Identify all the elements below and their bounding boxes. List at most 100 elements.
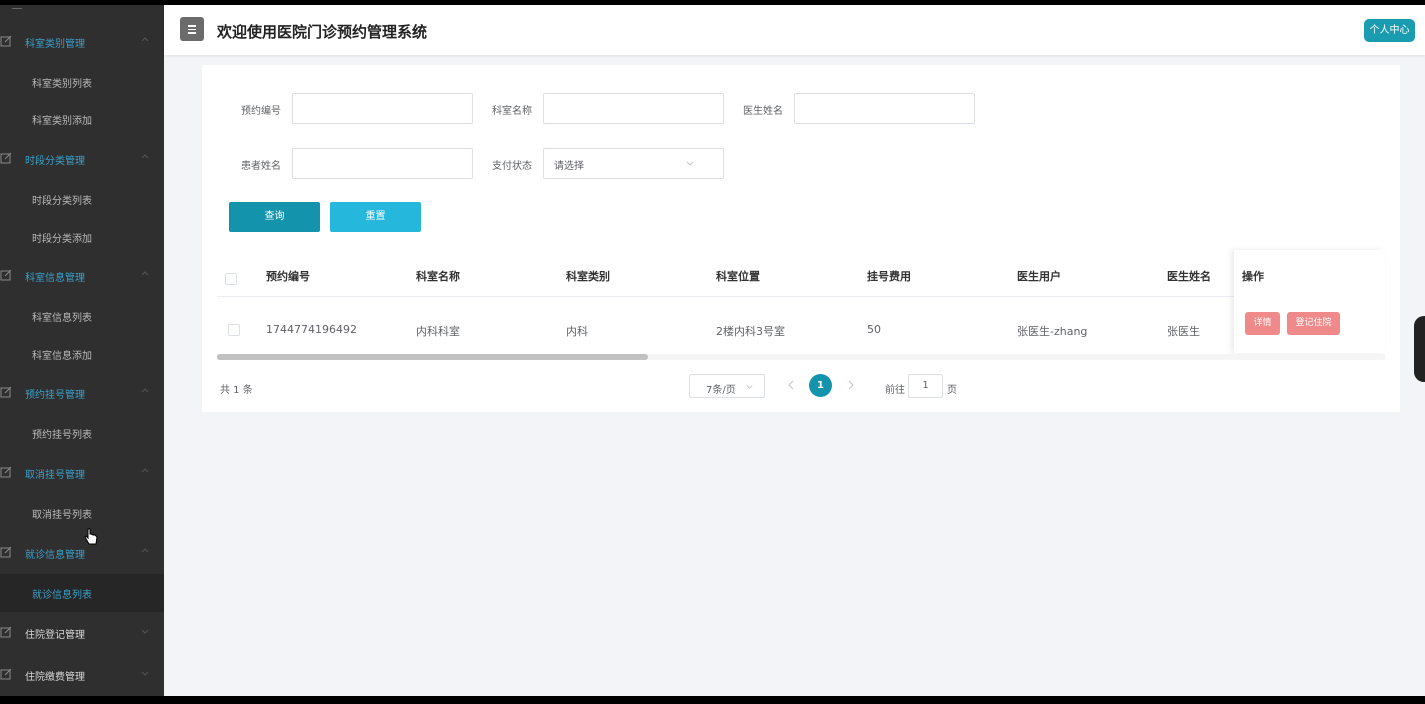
doctor-name-input[interactable] xyxy=(794,93,975,124)
table-row xyxy=(217,298,1385,355)
dept-name-label: 科室名称 xyxy=(492,106,532,117)
sidebar-group-label: 就诊信息管理 xyxy=(25,549,85,561)
sidebar-item-dept-category-add[interactable]: 科室类别添加 xyxy=(0,100,164,138)
sidebar-item-label: 时段分类添加 xyxy=(32,233,92,245)
page-size-select[interactable]: 7条/页 xyxy=(689,374,765,398)
sidebar-item-label: 科室信息列表 xyxy=(32,312,92,324)
sidebar-item-visit-list[interactable]: 就诊信息列表 xyxy=(0,574,164,612)
chevron-up-icon xyxy=(141,468,149,473)
sidebar-item-dept-info-list[interactable]: 科室信息列表 xyxy=(0,297,164,335)
cell-appointment-no: 1744774196492 xyxy=(266,323,357,336)
page-title: 欢迎使用医院门诊预约管理系统 xyxy=(217,24,428,41)
patient-name-input[interactable] xyxy=(292,148,473,179)
column-header: 科室位置 xyxy=(716,270,760,283)
chevron-up-icon xyxy=(141,154,149,159)
cell-dept-location: 2楼内科3号室 xyxy=(716,325,785,338)
edit-icon xyxy=(0,386,12,398)
total-count: 共 1 条 xyxy=(220,385,253,396)
sidebar-group-dept-category[interactable]: 科室类别管理 xyxy=(0,23,164,61)
floating-side-tab[interactable] xyxy=(1414,316,1425,382)
chevron-right-icon[interactable] xyxy=(846,378,856,392)
column-header: 医生用户 xyxy=(1017,270,1061,283)
chevron-down-icon xyxy=(141,671,149,676)
menu-toggle-button[interactable] xyxy=(180,17,204,41)
content-card: 预约编号 科室名称 医生姓名 患者姓名 支付状态 请选择 查询 重置 预约编号 … xyxy=(202,65,1400,412)
sidebar-group-hospitalization[interactable]: 住院登记管理 xyxy=(0,614,164,652)
reset-button[interactable]: 重置 xyxy=(330,202,421,232)
sidebar-item-cancel-list[interactable]: 取消挂号列表 xyxy=(0,494,164,532)
sidebar-top-divider xyxy=(12,5,22,9)
column-header: 操作 xyxy=(1242,270,1264,283)
sidebar-group-visit[interactable]: 就诊信息管理 xyxy=(0,534,164,572)
goto-page-input[interactable]: 1 xyxy=(908,374,943,398)
row-checkbox[interactable] xyxy=(228,324,240,336)
sidebar-item-label: 科室信息添加 xyxy=(32,350,92,362)
sidebar-item-appointment-list[interactable]: 预约挂号列表 xyxy=(0,414,164,452)
main-area: 欢迎使用医院门诊预约管理系统 个人中心 预约编号 科室名称 医生姓名 患者姓名 … xyxy=(164,5,1425,696)
sidebar-group-cancel[interactable]: 取消挂号管理 xyxy=(0,454,164,492)
edit-icon xyxy=(0,269,12,281)
profile-button[interactable]: 个人中心 xyxy=(1364,19,1415,42)
chevron-down-icon xyxy=(686,161,694,166)
edit-icon xyxy=(0,466,12,478)
sidebar-group-time-slot[interactable]: 时段分类管理 xyxy=(0,140,164,178)
current-page-button[interactable]: 1 xyxy=(809,374,832,397)
sidebar-group-label: 科室信息管理 xyxy=(25,272,85,284)
edit-icon xyxy=(0,546,12,558)
sidebar-item-dept-category-list[interactable]: 科室类别列表 xyxy=(0,63,164,101)
sidebar-group-label: 住院登记管理 xyxy=(25,629,85,641)
chevron-up-icon xyxy=(141,388,149,393)
actions-column: 操作 详情 登记住院 xyxy=(1234,250,1385,353)
pay-status-label: 支付状态 xyxy=(492,161,532,172)
sidebar-group-label: 住院缴费管理 xyxy=(25,671,85,683)
sidebar-group-dept-info[interactable]: 科室信息管理 xyxy=(0,257,164,295)
column-header: 科室类别 xyxy=(566,270,610,283)
horizontal-scrollbar-thumb[interactable] xyxy=(217,354,648,360)
sidebar-group-label: 时段分类管理 xyxy=(25,155,85,167)
page-size-value: 7条/页 xyxy=(706,385,736,396)
doctor-name-label: 医生姓名 xyxy=(743,106,783,117)
patient-name-label: 患者姓名 xyxy=(241,161,281,172)
column-header: 科室名称 xyxy=(416,270,460,283)
sidebar-item-label: 科室类别添加 xyxy=(32,115,92,127)
pay-status-value: 请选择 xyxy=(554,161,584,172)
cell-doctor-user: 张医生-zhang xyxy=(1017,325,1088,338)
detail-button[interactable]: 详情 xyxy=(1245,312,1280,335)
edit-icon xyxy=(0,626,12,638)
chevron-up-icon xyxy=(141,271,149,276)
column-header: 预约编号 xyxy=(266,270,310,283)
sidebar-item-time-slot-add[interactable]: 时段分类添加 xyxy=(0,218,164,256)
cell-fee: 50 xyxy=(867,323,881,336)
column-header: 医生姓名 xyxy=(1167,270,1211,283)
top-header: 欢迎使用医院门诊预约管理系统 个人中心 xyxy=(164,5,1425,55)
dept-name-input[interactable] xyxy=(543,93,724,124)
appointment-no-input[interactable] xyxy=(292,93,473,124)
goto-label: 前往 xyxy=(885,385,905,396)
data-table: 预约编号 科室名称 科室类别 科室位置 挂号费用 医生用户 医生姓名 17447… xyxy=(217,250,1385,360)
edit-icon xyxy=(0,668,12,680)
sidebar-group-payment[interactable]: 住院缴费管理 xyxy=(0,656,164,694)
hand-cursor-icon xyxy=(84,528,98,545)
sidebar-item-label: 预约挂号列表 xyxy=(32,429,92,441)
hamburger-icon xyxy=(188,25,196,27)
sidebar-group-appointment[interactable]: 预约挂号管理 xyxy=(0,374,164,412)
select-all-checkbox[interactable] xyxy=(225,273,237,285)
cell-dept-category: 内科 xyxy=(566,325,588,338)
sidebar-item-label: 科室类别列表 xyxy=(32,78,92,90)
sidebar-item-dept-info-add[interactable]: 科室信息添加 xyxy=(0,335,164,373)
column-header: 挂号费用 xyxy=(867,270,911,283)
sidebar-item-label: 就诊信息列表 xyxy=(32,589,92,601)
cell-doctor-name: 张医生 xyxy=(1167,325,1200,338)
hamburger-icon-line xyxy=(188,28,196,30)
edit-icon xyxy=(0,152,12,164)
sidebar: 科室类别管理 科室类别列表 科室类别添加 时段分类管理 时段分类列表 时段分类添… xyxy=(0,5,164,696)
chevron-up-icon xyxy=(141,548,149,553)
register-hospitalization-button[interactable]: 登记住院 xyxy=(1287,312,1340,335)
pay-status-select[interactable]: 请选择 xyxy=(543,148,724,179)
sidebar-item-time-slot-list[interactable]: 时段分类列表 xyxy=(0,180,164,218)
edit-icon xyxy=(0,35,12,47)
chevron-left-icon[interactable] xyxy=(786,378,796,392)
sidebar-group-label: 取消挂号管理 xyxy=(25,469,85,481)
search-button[interactable]: 查询 xyxy=(229,202,320,232)
chevron-down-icon xyxy=(141,629,149,634)
